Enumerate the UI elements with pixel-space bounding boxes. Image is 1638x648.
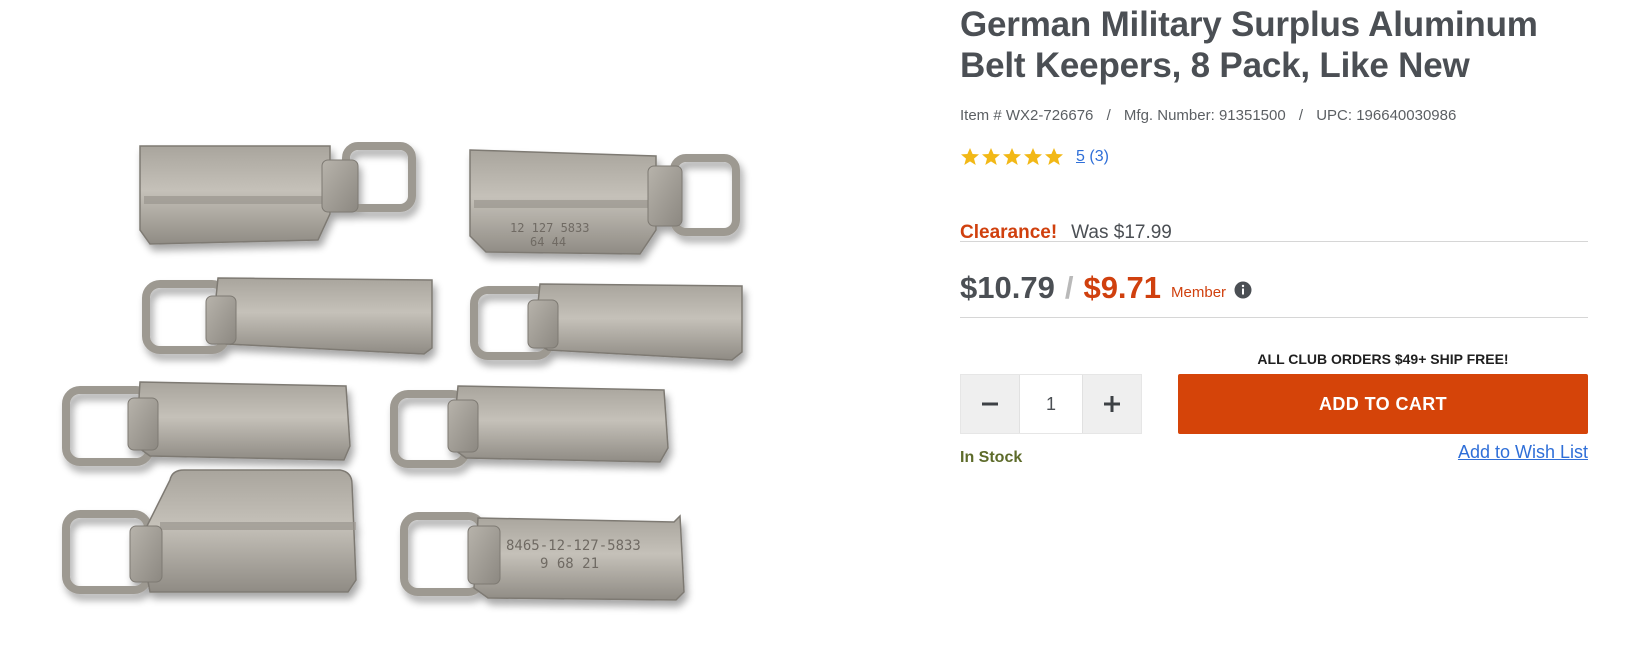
keeper-3	[142, 277, 433, 355]
upc-code: UPC: 196640030986	[1316, 107, 1457, 124]
star-icon	[1003, 148, 1021, 165]
rating-score: 5	[1076, 148, 1085, 165]
star-rating	[960, 147, 1064, 167]
svg-text:8465-12-127-5833: 8465-12-127-5833	[506, 538, 641, 554]
meta-separator: /	[1298, 107, 1304, 124]
decrement-button[interactable]	[961, 375, 1019, 433]
star-icon	[1045, 148, 1063, 165]
keeper-8: 8465-12-127-5833 9 68 21	[400, 512, 685, 601]
add-to-wishlist-link[interactable]: Add to Wish List	[1458, 442, 1588, 463]
star-icon	[982, 148, 1000, 165]
minus-icon	[982, 402, 998, 406]
price: $10.79	[960, 270, 1055, 305]
belt-keepers-photo: 12 127 5833 64 44 8465-12-127-5833 9 68 …	[62, 142, 743, 601]
keeper-5	[62, 381, 351, 466]
item-number: Item # WX2-726676	[960, 107, 1094, 124]
keeper-1	[139, 142, 416, 245]
stock-status: In Stock	[960, 449, 1023, 466]
plus-icon	[1104, 396, 1120, 412]
svg-text:12 127 5833: 12 127 5833	[510, 221, 589, 235]
meta-separator: /	[1106, 107, 1111, 124]
keeper-6	[390, 385, 669, 468]
increment-button[interactable]	[1083, 375, 1141, 433]
quantity-input[interactable]	[1019, 375, 1083, 433]
star-icon	[1024, 148, 1042, 165]
review-count: (3)	[1089, 148, 1109, 165]
quantity-stepper	[960, 374, 1142, 434]
svg-text:9 68 21: 9 68 21	[540, 556, 599, 572]
product-meta: Item # WX2-726676 / Mfg. Number: 9135150…	[960, 107, 1456, 124]
shipping-note: ALL CLUB ORDERS $49+ SHIP FREE!	[1257, 351, 1509, 367]
reviews-link[interactable]: 5 (3)	[1076, 148, 1109, 166]
product-title: German Military Surplus Aluminum Belt Ke…	[960, 5, 1538, 85]
divider	[960, 241, 1588, 242]
price-row: $10.79 / $9.71 Member	[960, 270, 1252, 306]
keeper-2: 12 127 5833 64 44	[469, 149, 740, 255]
member-price: $9.71	[1083, 270, 1162, 305]
product-image[interactable]: 12 127 5833 64 44 8465-12-127-5833 9 68 …	[0, 0, 900, 648]
info-icon[interactable]	[1234, 281, 1252, 299]
price-separator: /	[1064, 270, 1074, 305]
member-label: Member	[1171, 283, 1227, 301]
divider	[960, 317, 1588, 318]
mfg-number: Mfg. Number: 91351500	[1123, 107, 1286, 124]
svg-text:64 44: 64 44	[530, 235, 566, 249]
keeper-4	[470, 283, 743, 361]
keeper-7	[62, 469, 357, 594]
rating: 5 (3)	[960, 147, 1109, 167]
add-to-cart-button[interactable]: ADD TO CART	[1178, 374, 1588, 434]
star-icon	[961, 148, 979, 165]
